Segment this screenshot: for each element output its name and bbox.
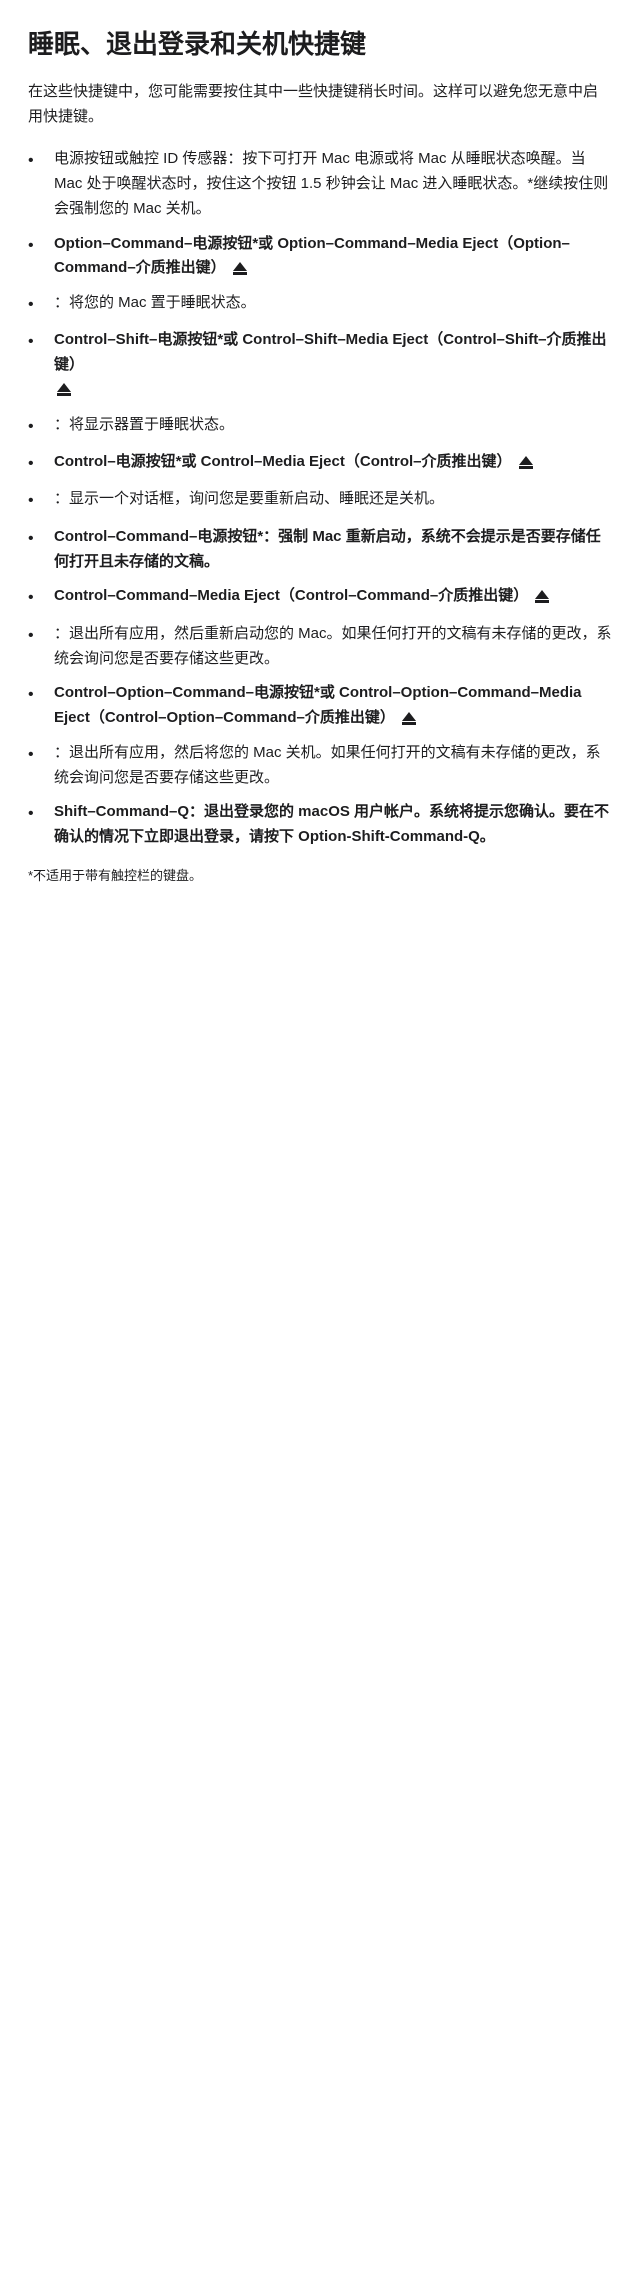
bullet-icon: • [28, 414, 48, 440]
bullet-icon: • [28, 742, 48, 768]
page-title: 睡眠、退出登录和关机快捷键 [28, 28, 612, 62]
item-content: ：退出所有应用，然后重新启动您的 Mac。如果任何打开的文稿有未存储的更改，系统… [54, 622, 612, 672]
bullet-icon: • [28, 526, 48, 552]
shortcut-label: Control–Command–Media Eject（Control–Comm… [54, 587, 528, 604]
shortcut-label: Shift–Command–Q：退出登录您的 macOS 用户帐户。系统将提示您… [54, 803, 609, 845]
eject-icon [535, 590, 549, 603]
item-content: Control–电源按钮*或 Control–Media Eject（Contr… [54, 450, 612, 475]
bullet-icon: • [28, 682, 48, 708]
intro-text: 在这些快捷键中，您可能需要按住其中一些快捷键稍长时间。这样可以避免您无意中启用快… [28, 80, 612, 130]
item-content: Control–Command–电源按钮*：强制 Mac 重新启动，系统不会提示… [54, 525, 612, 575]
shortcut-label: Control–电源按钮*或 Control–Media Eject（Contr… [54, 453, 512, 470]
eject-icon [402, 712, 416, 725]
bullet-icon: • [28, 329, 48, 355]
item-content: ：显示一个对话框，询问您是要重新启动、睡眠还是关机。 [54, 487, 612, 512]
eject-icon [57, 383, 71, 396]
item-content: Control–Shift–电源按钮*或 Control–Shift–Media… [54, 328, 612, 402]
bullet-icon: • [28, 451, 48, 477]
shortcut-label: Control–Command–电源按钮*：强制 Mac 重新启动，系统不会提示… [54, 528, 601, 570]
bullet-icon: • [28, 292, 48, 318]
list-item: • ：将显示器置于睡眠状态。 [28, 413, 612, 440]
list-item: • ：退出所有应用，然后将您的 Mac 关机。如果任何打开的文稿有未存储的更改，… [28, 741, 612, 791]
bullet-icon: • [28, 233, 48, 259]
list-item: • 电源按钮或触控 ID 传感器：按下可打开 Mac 电源或将 Mac 从睡眠状… [28, 147, 612, 221]
item-content: Option–Command–电源按钮*或 Option–Command–Med… [54, 232, 612, 282]
list-item: • ：将您的 Mac 置于睡眠状态。 [28, 291, 612, 318]
shortcut-label: Control–Shift–电源按钮*或 Control–Shift–Media… [54, 331, 607, 373]
bullet-icon: • [28, 623, 48, 649]
list-item: • ：退出所有应用，然后重新启动您的 Mac。如果任何打开的文稿有未存储的更改，… [28, 622, 612, 672]
bullet-icon: • [28, 488, 48, 514]
shortcut-label: Option–Command–电源按钮*或 Option–Command–Med… [54, 235, 570, 277]
item-content: Shift–Command–Q：退出登录您的 macOS 用户帐户。系统将提示您… [54, 800, 612, 850]
list-item: • Control–电源按钮*或 Control–Media Eject（Con… [28, 450, 612, 477]
item-content: 电源按钮或触控 ID 传感器：按下可打开 Mac 电源或将 Mac 从睡眠状态唤… [54, 147, 612, 221]
item-content: Control–Option–Command–电源按钮*或 Control–Op… [54, 681, 612, 731]
bullet-icon: • [28, 801, 48, 827]
item-content: ：将显示器置于睡眠状态。 [54, 413, 612, 438]
item-content: ：将您的 Mac 置于睡眠状态。 [54, 291, 612, 316]
bullet-icon: • [28, 148, 48, 174]
list-item: • Option–Command–电源按钮*或 Option–Command–M… [28, 232, 612, 282]
footnote-text: *不适用于带有触控栏的键盘。 [28, 866, 612, 887]
shortcuts-list: • 电源按钮或触控 ID 传感器：按下可打开 Mac 电源或将 Mac 从睡眠状… [28, 147, 612, 849]
list-item: • Control–Option–Command–电源按钮*或 Control–… [28, 681, 612, 731]
bullet-icon: • [28, 585, 48, 611]
list-item: • Control–Shift–电源按钮*或 Control–Shift–Med… [28, 328, 612, 402]
item-content: Control–Command–Media Eject（Control–Comm… [54, 584, 612, 609]
shortcut-label: Control–Option–Command–电源按钮*或 Control–Op… [54, 684, 582, 726]
eject-icon [519, 456, 533, 469]
list-item: • Shift–Command–Q：退出登录您的 macOS 用户帐户。系统将提… [28, 800, 612, 850]
list-item: • Control–Command–电源按钮*：强制 Mac 重新启动，系统不会… [28, 525, 612, 575]
item-content: ：退出所有应用，然后将您的 Mac 关机。如果任何打开的文稿有未存储的更改，系统… [54, 741, 612, 791]
eject-icon [233, 262, 247, 275]
list-item: • ：显示一个对话框，询问您是要重新启动、睡眠还是关机。 [28, 487, 612, 514]
list-item: • Control–Command–Media Eject（Control–Co… [28, 584, 612, 611]
